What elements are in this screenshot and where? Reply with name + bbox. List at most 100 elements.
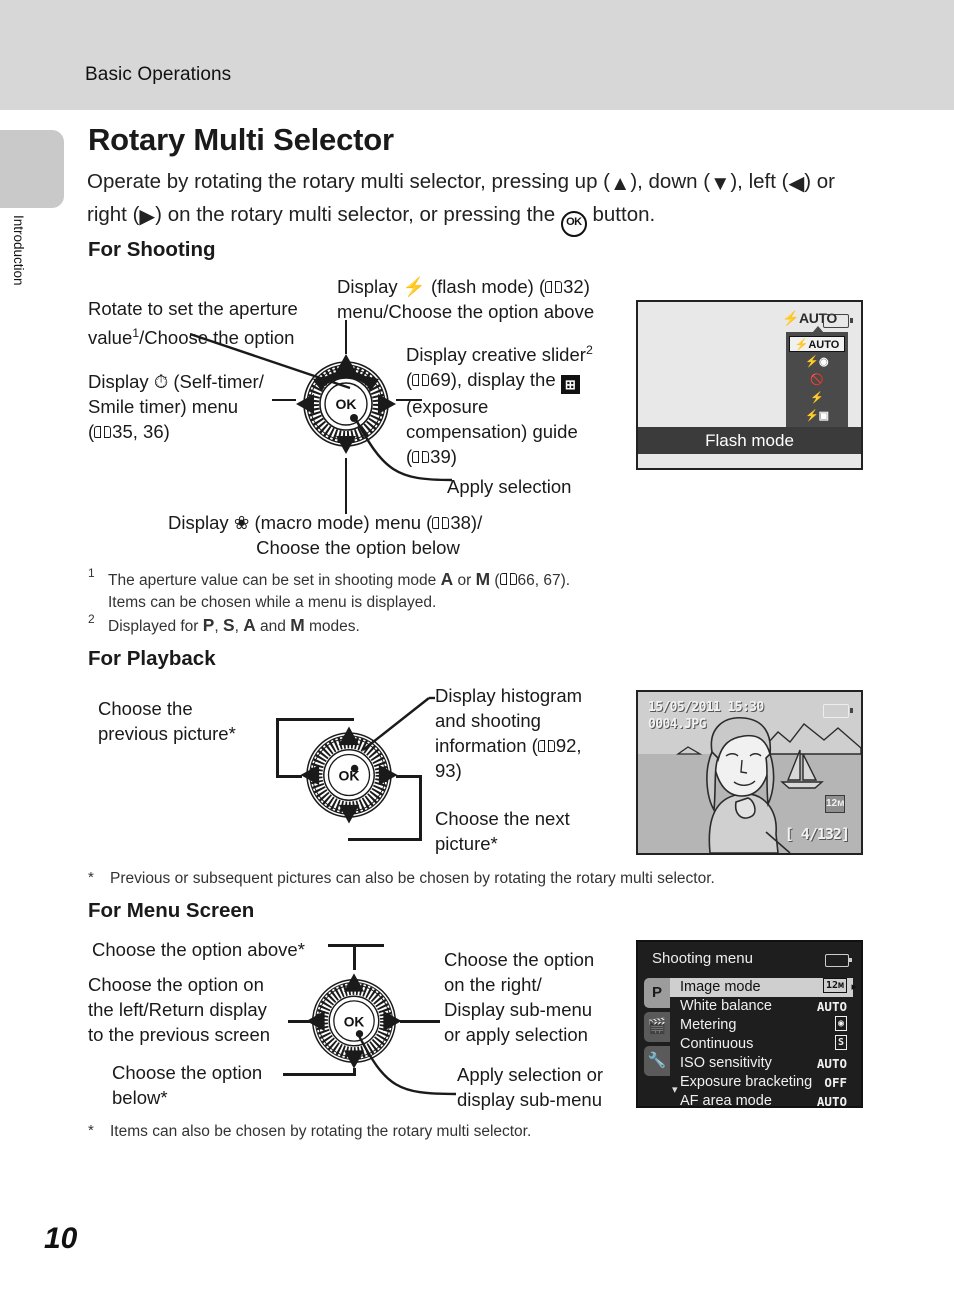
mode-m-icon: M xyxy=(475,569,491,589)
footnote-1-text-4: ). xyxy=(560,572,571,589)
label-selftimer-text-5: ) xyxy=(163,421,170,442)
label-below-text-1: Choose the option xyxy=(112,1062,263,1083)
footnote-playback: Previous or subsequent pictures can also… xyxy=(110,870,715,887)
battery-icon xyxy=(825,954,852,967)
label-macro-ref: 38 xyxy=(450,512,471,533)
self-timer-icon: ⏱ xyxy=(153,371,169,392)
connector-next-h-bottom xyxy=(348,838,422,841)
connector-above-v xyxy=(353,944,356,970)
menu-row-label: ISO sensitivity xyxy=(680,1055,772,1071)
connector-above-h xyxy=(328,944,384,947)
menu-row-label: White balance xyxy=(680,998,772,1014)
footnote-menu: Items can also be chosen by rotating the… xyxy=(110,1123,532,1140)
label-aperture-text-1: Rotate to set the aperture xyxy=(88,298,298,319)
svg-text:OK: OK xyxy=(344,1015,365,1030)
intro-paragraph: Operate by rotating the rotary multi sel… xyxy=(87,166,877,237)
flash-menu-item-slow-sync[interactable]: ⚡▣ xyxy=(789,408,845,424)
menu-row-label: AF area mode xyxy=(680,1093,772,1108)
label-selftimer-text-1: Display xyxy=(88,371,154,392)
chapter-tab xyxy=(0,130,64,208)
footnote-marker-playback: * xyxy=(88,869,94,886)
chapter-tab-label: Introduction xyxy=(11,215,26,286)
footnote-2-sep-1: , xyxy=(214,618,223,635)
playback-filename: 0004.JPG xyxy=(648,717,706,732)
reference-book-icon xyxy=(432,517,450,530)
footnote-2-text-1: Displayed for xyxy=(108,618,203,635)
battery-icon xyxy=(823,704,853,718)
flash-menu-item-fill[interactable]: ⚡ xyxy=(789,390,845,406)
connector-aperture xyxy=(190,332,351,390)
label-hist-text-3: information ( xyxy=(435,735,538,756)
menu-row-label: Metering xyxy=(680,1017,737,1033)
menu-row-metering[interactable]: Metering ◉ xyxy=(670,1016,853,1035)
continuous-single-icon: S xyxy=(834,1035,847,1050)
section-heading-shooting: For Shooting xyxy=(88,238,216,261)
ok-button-icon: OK xyxy=(560,211,587,237)
menu-row-image-mode[interactable]: Image mode 12м ▸ xyxy=(670,978,857,997)
reference-book-icon xyxy=(537,740,555,753)
footnote-1: The aperture value can be set in shootin… xyxy=(108,568,748,614)
flash-bolt-icon: ⚡ xyxy=(402,276,426,297)
menu-row-iso-sensitivity[interactable]: ISO sensitivity AUTO xyxy=(670,1054,853,1073)
shooting-menu-tabs[interactable]: P 🎬 🔧 xyxy=(644,978,670,1080)
scroll-down-icon[interactable]: ▾ xyxy=(672,1083,678,1096)
menu-tab-movie[interactable]: 🎬 xyxy=(644,1012,670,1042)
footnote-marker-1: 1 xyxy=(88,566,95,580)
label-prev-text-1: Choose the xyxy=(98,698,193,719)
flash-menu-item-auto[interactable]: ⚡AUTO xyxy=(789,336,845,352)
menu-row-value: AUTO xyxy=(816,1094,847,1108)
label-macro-text-3: )/ xyxy=(470,512,483,533)
menu-row-value: OFF xyxy=(824,1075,847,1090)
footnote-1-text-5: Items can be chosen while a menu is disp… xyxy=(108,594,437,611)
label-right-text-1: Choose the option xyxy=(444,949,595,970)
label-flash-text-4: menu/Choose the option above xyxy=(337,301,595,322)
shooting-menu-list[interactable]: Image mode 12м ▸ White balance AUTO Mete… xyxy=(670,978,857,1108)
label-flash-text-2: (flash mode) ( xyxy=(425,276,546,297)
footnote-ref-2: 2 xyxy=(585,343,593,357)
playback-datetime: 15/05/2011 15:30 xyxy=(648,700,764,715)
label-prev-text-2: previous picture* xyxy=(98,723,236,744)
lcd-flash-caption: Flash mode xyxy=(638,427,861,454)
page-title: Rotary Multi Selector xyxy=(88,122,394,157)
section-heading-menu: For Menu Screen xyxy=(88,899,255,922)
menu-row-white-balance[interactable]: White balance AUTO xyxy=(670,997,853,1016)
label-right-text-3: Display sub-menu xyxy=(444,999,593,1020)
left-arrow-icon: ◀ xyxy=(788,172,805,195)
flash-menu-item-off[interactable]: 🚫 xyxy=(789,372,845,388)
footnote-marker-menu: * xyxy=(88,1122,94,1139)
connector-histogram xyxy=(362,696,435,751)
footnote-2-sep-2: , xyxy=(234,618,244,635)
label-apply-text-1: Apply selection or xyxy=(457,1064,604,1085)
macro-flower-icon: ❀ xyxy=(233,512,250,533)
menu-row-af-area-mode[interactable]: AF area mode AUTO xyxy=(670,1092,853,1108)
lcd-bottom-strip xyxy=(638,454,861,468)
mode-s-icon: S xyxy=(222,615,235,635)
label-flash-text-3: ) xyxy=(583,276,590,297)
label-hist-text-1: Display histogram xyxy=(435,685,583,706)
connector-right-h xyxy=(400,1020,440,1023)
flash-mode-menu[interactable]: ⚡AUTO ⚡◉ 🚫 ⚡ ⚡▣ xyxy=(786,332,848,429)
footnote-1-text-1: The aperture value can be set in shootin… xyxy=(108,572,441,589)
connector-below-h xyxy=(283,1073,356,1076)
flash-menu-item-red-eye[interactable]: ⚡◉ xyxy=(789,354,845,370)
connector-left-h xyxy=(288,1020,310,1023)
section-heading-playback: For Playback xyxy=(88,647,216,670)
label-flash-mode: Display ⚡ (flash mode) (32) menu/Choose … xyxy=(337,274,637,324)
label-choose-option-right: Choose the option on the right/ Display … xyxy=(444,947,644,1047)
footnote-1-ref: 66, 67 xyxy=(517,572,561,589)
menu-tab-setup[interactable]: 🔧 xyxy=(644,1046,670,1076)
page-number: 10 xyxy=(44,1222,78,1255)
intro-text-4: ) xyxy=(804,170,812,193)
lcd-flash-mode-screen: ⚡AUTO ⚡AUTO ⚡◉ 🚫 ⚡ ⚡▣ Flash mode xyxy=(636,300,863,470)
label-macro-mode: Display ❀ (macro mode) menu (38)/ Choose… xyxy=(168,510,588,560)
flash-menu-item-auto-label: AUTO xyxy=(808,339,840,351)
menu-row-exposure-bracketing[interactable]: Exposure bracketing OFF xyxy=(670,1073,853,1092)
up-arrow-icon: ▲ xyxy=(610,172,631,195)
lcd-shooting-menu-screen: Shooting menu P 🎬 🔧 Image mode 12м ▸ Whi… xyxy=(636,940,863,1108)
right-arrow-icon: ▶ xyxy=(139,205,156,228)
menu-row-continuous[interactable]: Continuous S xyxy=(670,1035,853,1054)
label-flash-ref: 32 xyxy=(563,276,584,297)
footnote-marker-2: 2 xyxy=(88,612,95,626)
label-hist-text-2: and shooting xyxy=(435,710,541,731)
menu-tab-shooting[interactable]: P xyxy=(644,978,670,1008)
